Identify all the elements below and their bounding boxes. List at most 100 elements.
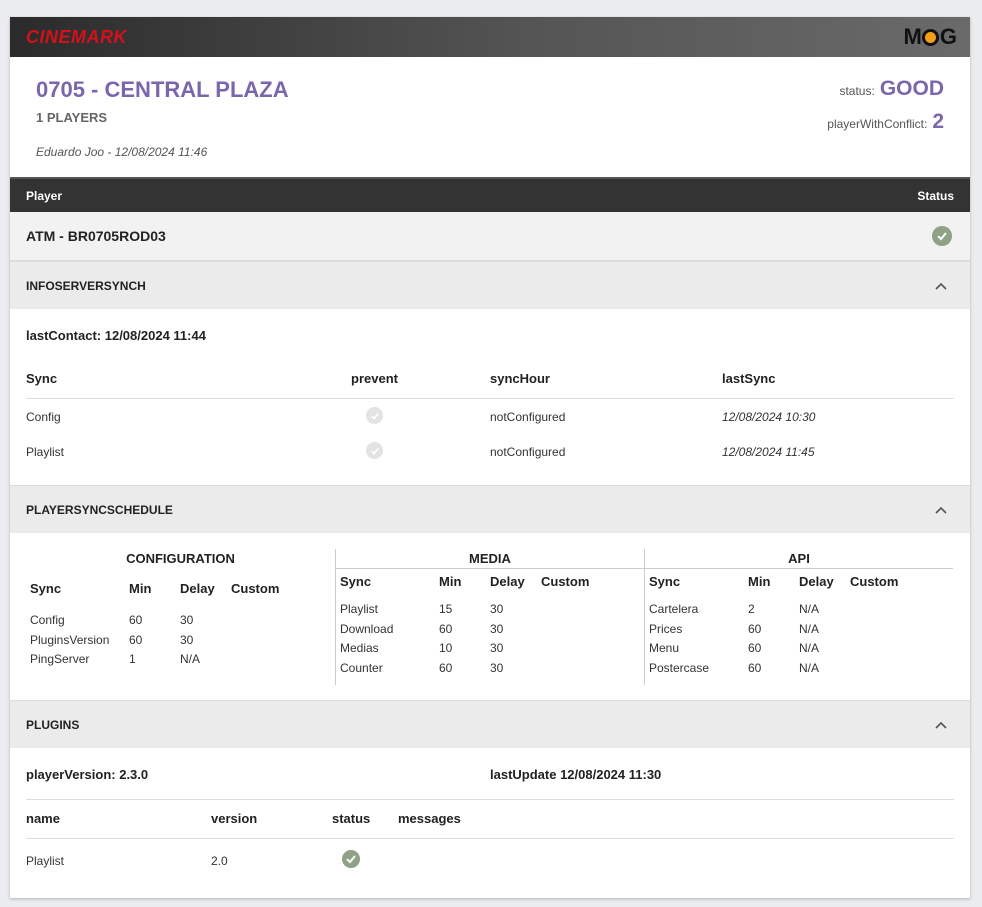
col-custom: Custom <box>541 574 590 589</box>
page-title: 0705 - CENTRAL PLAZA <box>36 77 289 102</box>
cell <box>541 620 621 640</box>
sync-name: Playlist <box>26 445 65 459</box>
sync-hour: notConfigured <box>490 445 566 459</box>
chevron-up-icon[interactable] <box>934 281 948 291</box>
cell: 30 <box>490 602 504 616</box>
schedule-table: Sync Min Delay Custom Config 60 30 Plugins… <box>26 581 335 670</box>
conflict-label: playerWithConflict: <box>827 117 928 131</box>
col-delay: Delay <box>490 574 525 589</box>
divider <box>26 799 954 800</box>
last-contact: lastContact: 12/08/2024 11:44 <box>26 328 206 343</box>
status-column-header: Status <box>917 188 954 203</box>
cell: Cartelera <box>649 602 699 616</box>
status-label: status: <box>839 84 875 98</box>
cell: Config <box>30 613 65 627</box>
col-min: Min <box>439 574 462 589</box>
schedule-table: Sync Min Delay Custom Cartelera 2 N/A Pric… <box>645 574 953 678</box>
col-delay: Delay <box>180 581 215 596</box>
infoserver-section-header[interactable]: INFOSERVERSYNCH <box>10 261 970 309</box>
cell: Prices <box>649 621 683 636</box>
players-table-header: Player Status <box>10 177 970 212</box>
player-row[interactable]: ATM - BR0705ROD03 <box>10 212 970 261</box>
last-sync: 12/08/2024 11:45 <box>722 445 815 459</box>
col-lastsync: lastSync <box>722 371 776 386</box>
cell: 15 <box>439 602 453 616</box>
status-value: GOOD <box>879 77 944 100</box>
player-column-header: Player <box>26 188 63 203</box>
schedule-group-configuration: CONFIGURATION Sync Min Delay Custom Conf… <box>26 549 335 685</box>
divider <box>26 398 954 399</box>
chevron-up-icon[interactable] <box>934 505 948 515</box>
cell <box>850 659 930 679</box>
col-status: status <box>332 811 371 826</box>
schedule-title: PLAYERSYNCSCHEDULE <box>26 502 173 517</box>
schedule-table: Sync Min Delay Custom Playlist 15 30 Downl… <box>336 574 644 678</box>
col-custom: Custom <box>850 574 899 589</box>
col-min: Min <box>748 574 771 589</box>
col-version: version <box>211 811 258 826</box>
player-version: playerVersion: 2.3.0 <box>26 767 149 782</box>
cell: N/A <box>180 652 201 666</box>
schedule-body: CONFIGURATION Sync Min Delay Custom Conf… <box>10 533 970 700</box>
conflict-summary: playerWithConflict: 2 <box>827 110 944 134</box>
group-title: API <box>645 549 953 569</box>
cinemark-logo: CINEMARK <box>26 26 127 47</box>
conflict-value: 2 <box>932 110 944 133</box>
cell: Postercase <box>649 660 710 675</box>
schedule-section-header[interactable]: PLAYERSYNCSCHEDULE <box>10 485 970 533</box>
player-count: 1 PLAYERS <box>36 110 108 125</box>
cell <box>850 639 930 659</box>
cell: 30 <box>180 632 194 647</box>
col-messages: messages <box>398 811 461 826</box>
cell <box>850 600 930 620</box>
cell: Counter <box>340 660 383 675</box>
col-sync: Sync <box>30 581 62 596</box>
cell <box>231 631 311 651</box>
cell: 30 <box>490 641 504 655</box>
col-prevent: prevent <box>351 371 398 386</box>
cell: 10 <box>439 641 453 655</box>
last-update: lastUpdate 12/08/2024 11:30 <box>490 767 662 782</box>
plugins-section-header[interactable]: PLUGINS <box>10 700 970 748</box>
status-summary: status: GOOD <box>839 77 944 101</box>
cell: 60 <box>748 621 762 636</box>
cell: 30 <box>180 613 194 627</box>
cell: PingServer <box>30 652 90 666</box>
infoserver-title: INFOSERVERSYNCH <box>26 278 146 293</box>
cell: 60 <box>129 613 143 627</box>
cell <box>541 600 621 620</box>
schedule-group-media: MEDIA Sync Min Delay Custom Playlist 15 30… <box>335 549 644 685</box>
check-circle-icon <box>366 407 383 424</box>
cell: N/A <box>799 641 820 655</box>
cell <box>231 611 311 631</box>
mog-logo: MG <box>903 24 957 49</box>
col-min: Min <box>129 581 152 596</box>
cell: 30 <box>490 660 504 675</box>
sync-name: Config <box>26 410 61 424</box>
col-sync: Sync <box>340 574 372 589</box>
infoserver-body: lastContact: 12/08/2024 11:44 Sync preve… <box>10 309 970 485</box>
plugins-title: PLUGINS <box>26 717 80 732</box>
cell: Menu <box>649 641 680 655</box>
col-custom: Custom <box>231 581 280 596</box>
cell: N/A <box>799 660 820 675</box>
chevron-up-icon[interactable] <box>934 720 948 730</box>
cell <box>541 659 621 679</box>
cell: 30 <box>490 621 504 636</box>
author-timestamp: Eduardo Joo - 12/08/2024 11:46 <box>36 145 208 159</box>
check-circle-icon <box>932 226 952 246</box>
group-title: CONFIGURATION <box>126 551 235 566</box>
cell <box>850 620 930 640</box>
col-name: name <box>26 811 60 826</box>
cell: 60 <box>748 660 762 675</box>
cell <box>541 639 621 659</box>
cell: Medias <box>340 641 379 655</box>
dashboard-card: CINEMARK MG 0705 - CENTRAL PLAZA 1 PLAYE… <box>10 17 970 898</box>
cell: Playlist <box>340 602 379 616</box>
check-circle-icon <box>342 850 360 868</box>
divider <box>26 838 954 839</box>
cell: Download <box>340 621 394 636</box>
player-name: ATM - BR0705ROD03 <box>26 228 166 244</box>
group-title: MEDIA <box>336 549 644 569</box>
top-bar: CINEMARK MG <box>10 17 970 57</box>
